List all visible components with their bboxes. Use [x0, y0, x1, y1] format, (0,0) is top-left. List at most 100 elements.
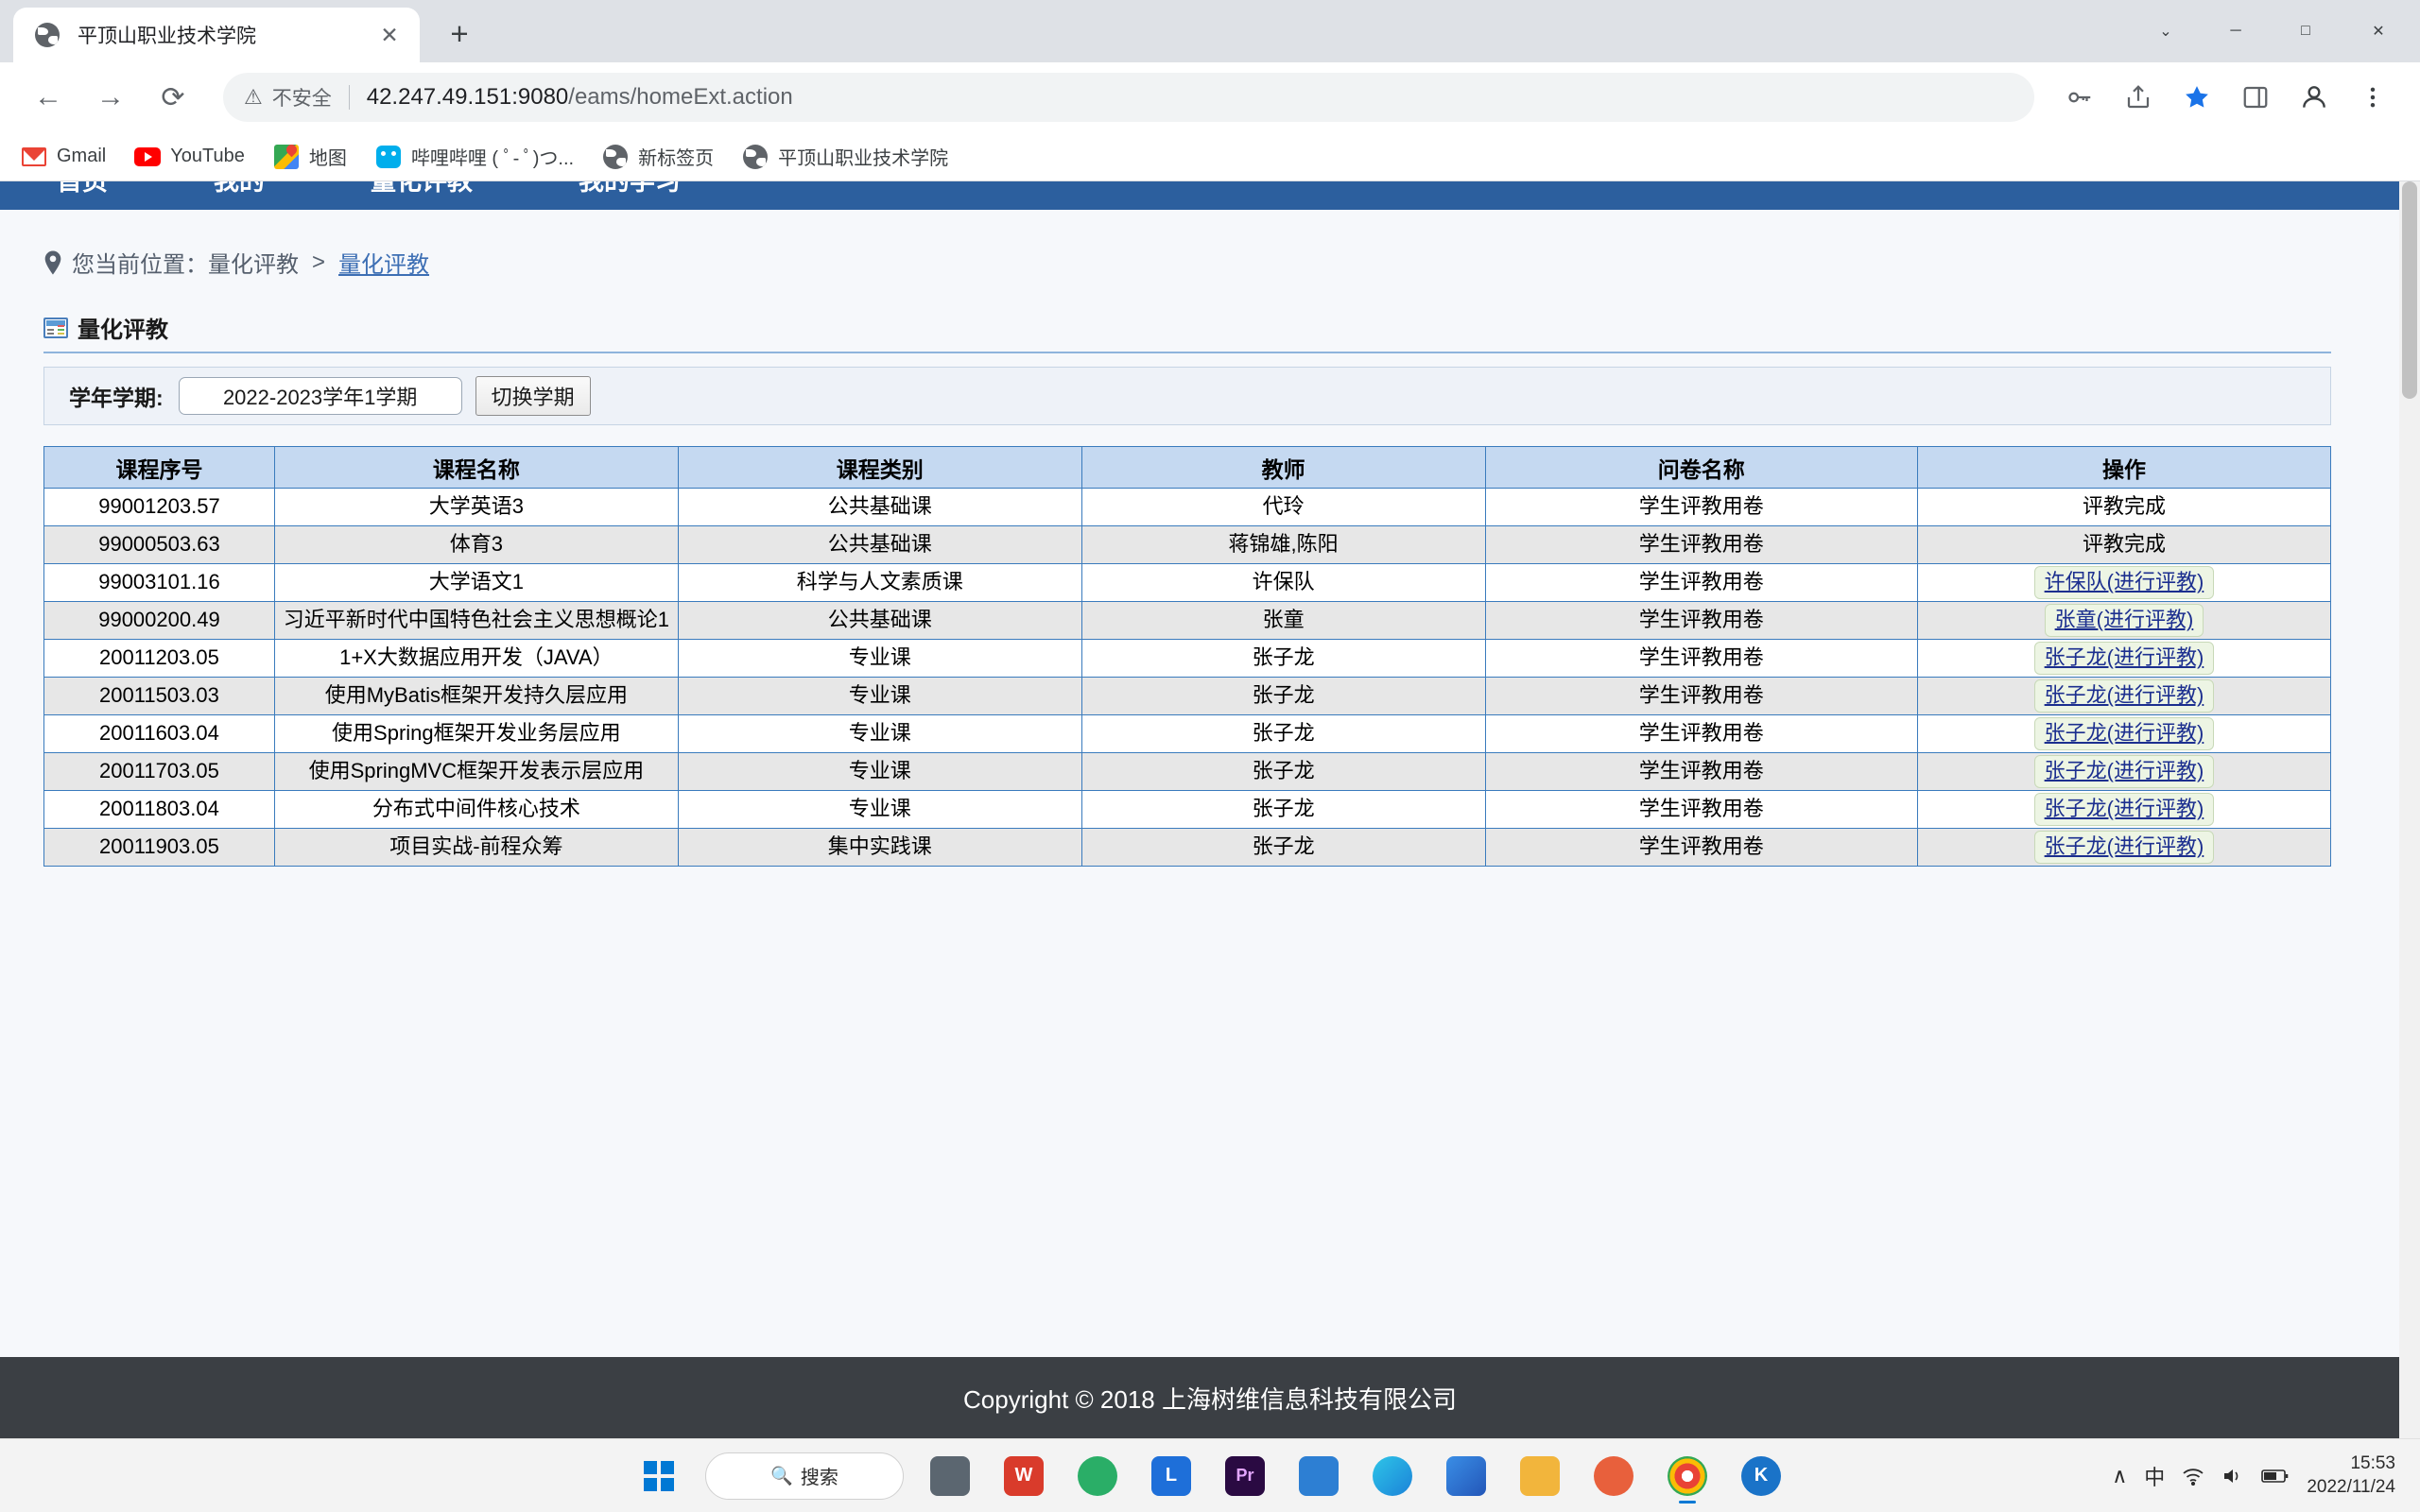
chrome-menu-icon[interactable] [2346, 71, 2399, 124]
taskbar-app-editor[interactable] [1581, 1447, 1647, 1505]
tray-chevron-up-icon[interactable]: ∧ [2112, 1464, 2127, 1488]
evaluate-link[interactable]: 张子龙(进行评教) [2033, 679, 2215, 713]
share-icon[interactable] [2112, 71, 2165, 124]
active-indicator [1679, 1500, 1696, 1503]
bookmark-star-icon[interactable] [2170, 71, 2223, 124]
volume-icon[interactable] [2221, 1467, 2244, 1486]
site-nav-item-mine[interactable]: 我的 [214, 181, 265, 210]
close-icon[interactable]: ✕ [372, 18, 406, 52]
taskbar-app-chrome[interactable] [1654, 1447, 1720, 1505]
taskbar-search-box[interactable]: 🔍 搜索 [705, 1452, 904, 1500]
cell-course-no: 99000200.49 [43, 601, 275, 640]
ime-indicator[interactable]: 中 [2144, 1461, 2165, 1491]
switch-term-button[interactable]: 切换学期 [475, 376, 591, 416]
start-button[interactable] [626, 1447, 692, 1505]
windows-logo-icon [644, 1460, 674, 1491]
cell-teacher: 张童 [1080, 601, 1486, 640]
breadcrumb: 您当前位置： 量化评教 > 量化评教 [0, 246, 2420, 279]
maximize-icon[interactable]: □ [2271, 0, 2341, 62]
taskbar-clock[interactable]: 15:53 2022/11/24 [2307, 1452, 2395, 1499]
back-icon[interactable]: ← [21, 70, 76, 125]
taskbar-app-edge[interactable] [1359, 1447, 1426, 1505]
cell-operation: 张子龙(进行评教) [1916, 828, 2332, 867]
site-nav-item-evaluation[interactable]: 量化评教 [371, 181, 473, 210]
site-nav-item-home[interactable]: 首页 [57, 181, 108, 210]
lark-icon: L [1151, 1455, 1191, 1496]
taskbar-app-wechat-dev[interactable] [1064, 1447, 1131, 1505]
taskbar-app-lark[interactable]: L [1138, 1447, 1204, 1505]
scrollbar-thumb[interactable] [2402, 181, 2417, 399]
cell-operation: 张子龙(进行评教) [1916, 752, 2332, 791]
task-view-button[interactable] [917, 1447, 983, 1505]
col-header-paper: 问卷名称 [1484, 446, 1918, 489]
evaluate-link[interactable]: 张子龙(进行评教) [2033, 755, 2215, 788]
table-row: 20011803.04 分布式中间件核心技术 专业课 张子龙 学生评教用卷 张子龙(进行评… [43, 790, 2332, 829]
site-navigation-bar: 首页 我的 量化评教 我的学习 [0, 181, 2420, 210]
new-tab-button[interactable]: + [435, 9, 484, 59]
search-placeholder: 搜索 [800, 1468, 838, 1488]
window-close-icon[interactable]: ✕ [2341, 0, 2416, 62]
evaluation-status: 评教完成 [2082, 494, 2166, 519]
address-bar-url: 42.247.49.151:9080/eams/homeExt.action [367, 84, 793, 111]
tab-favicon-globe-icon [34, 22, 60, 48]
cell-operation: 张子龙(进行评教) [1916, 677, 2332, 715]
task-view-icon [930, 1455, 970, 1496]
profile-avatar-icon[interactable] [2288, 71, 2341, 124]
toolbar-icon-group [2048, 71, 2399, 124]
site-nav-item-study[interactable]: 我的学习 [579, 181, 681, 210]
evaluate-link[interactable]: 张子龙(进行评教) [2033, 831, 2215, 864]
bookmark-bilibili[interactable]: 哔哩哔哩 ( ﾟ- ﾟ)つ... [375, 143, 574, 170]
cell-course-no: 20011603.04 [43, 714, 275, 753]
chevron-down-icon[interactable]: ⌄ [2131, 0, 2201, 62]
taskbar-app-wps[interactable]: W [991, 1447, 1057, 1505]
address-bar[interactable]: ⚠ 不安全 42.247.49.151:9080/eams/homeExt.ac… [223, 73, 2034, 122]
tab-strip: 平顶山职业技术学院 ✕ + ⌄ ─ □ ✕ [0, 0, 2420, 62]
evaluate-link[interactable]: 张童(进行评教) [2044, 604, 2204, 637]
cell-teacher: 蒋锦雄,陈阳 [1080, 525, 1486, 564]
battery-icon[interactable] [2261, 1468, 2290, 1485]
evaluate-link[interactable]: 许保队(进行评教) [2033, 566, 2215, 599]
cell-course-name: 习近平新时代中国特色社会主义思想概论1 [273, 601, 679, 640]
evaluate-link[interactable]: 张子龙(进行评教) [2033, 642, 2215, 675]
cell-course-type: 专业课 [677, 752, 1082, 791]
password-key-icon[interactable] [2053, 71, 2106, 124]
vs-code-icon [1299, 1455, 1339, 1496]
minimize-icon[interactable]: ─ [2201, 0, 2271, 62]
page-scrollbar[interactable] [2399, 181, 2420, 1438]
reload-icon[interactable]: ⟳ [146, 70, 200, 125]
evaluate-link[interactable]: 张子龙(进行评教) [2033, 717, 2215, 750]
table-row: 20011503.03 使用MyBatis框架开发持久层应用 专业课 张子龙 学生评教用… [43, 677, 2332, 715]
bookmark-youtube[interactable]: YouTube [134, 144, 245, 170]
bookmark-label: 哔哩哔哩 ( ﾟ- ﾟ)つ... [410, 148, 575, 169]
url-host: 42.247.49.151:9080 [366, 84, 569, 110]
bookmark-school-site[interactable]: 平顶山职业技术学院 [742, 143, 948, 170]
panel-window-icon [43, 317, 68, 338]
evaluation-status: 评教完成 [2082, 532, 2166, 557]
wifi-icon[interactable] [2182, 1467, 2204, 1486]
cell-course-name: 分布式中间件核心技术 [273, 790, 679, 829]
bookmark-gmail[interactable]: Gmail [21, 144, 106, 170]
bookmark-maps[interactable]: 地图 [273, 143, 347, 170]
side-panel-icon[interactable] [2229, 71, 2282, 124]
cell-teacher: 张子龙 [1080, 714, 1486, 753]
taskbar-app-premiere[interactable]: Pr [1212, 1447, 1278, 1505]
forward-icon[interactable]: → [83, 70, 138, 125]
security-status-label: 不安全 [271, 88, 332, 110]
taskbar-app-media-player[interactable] [1433, 1447, 1499, 1505]
cell-paper: 学生评教用卷 [1484, 563, 1918, 602]
gmail-icon [21, 144, 47, 170]
cell-course-no: 99000503.63 [43, 525, 275, 564]
bookmark-label: 平顶山职业技术学院 [778, 148, 949, 169]
bookmark-new-tab-page[interactable]: 新标签页 [602, 143, 714, 170]
term-input[interactable] [178, 377, 462, 415]
table-body: 99001203.57 大学英语3 公共基础课 代玲 学生评教用卷 评教完成 9900050… [43, 488, 2332, 867]
table-row: 20011903.05 项目实战-前程众筹 集中实践课 张子龙 学生评教用卷 张子龙(进行… [43, 828, 2332, 867]
taskbar-app-kingsoft[interactable]: K [1728, 1447, 1794, 1505]
browser-tab[interactable]: 平顶山职业技术学院 ✕ [13, 8, 420, 62]
cell-operation: 张子龙(进行评教) [1916, 714, 2332, 753]
evaluate-link[interactable]: 张子龙(进行评教) [2033, 793, 2215, 826]
taskbar-app-vscode[interactable] [1286, 1447, 1352, 1505]
taskbar-app-file-explorer[interactable] [1507, 1447, 1573, 1505]
table-row: 20011603.04 使用Spring框架开发业务层应用 专业课 张子龙 学生评教用卷… [43, 714, 2332, 753]
breadcrumb-current[interactable]: 量化评教 [338, 246, 429, 279]
